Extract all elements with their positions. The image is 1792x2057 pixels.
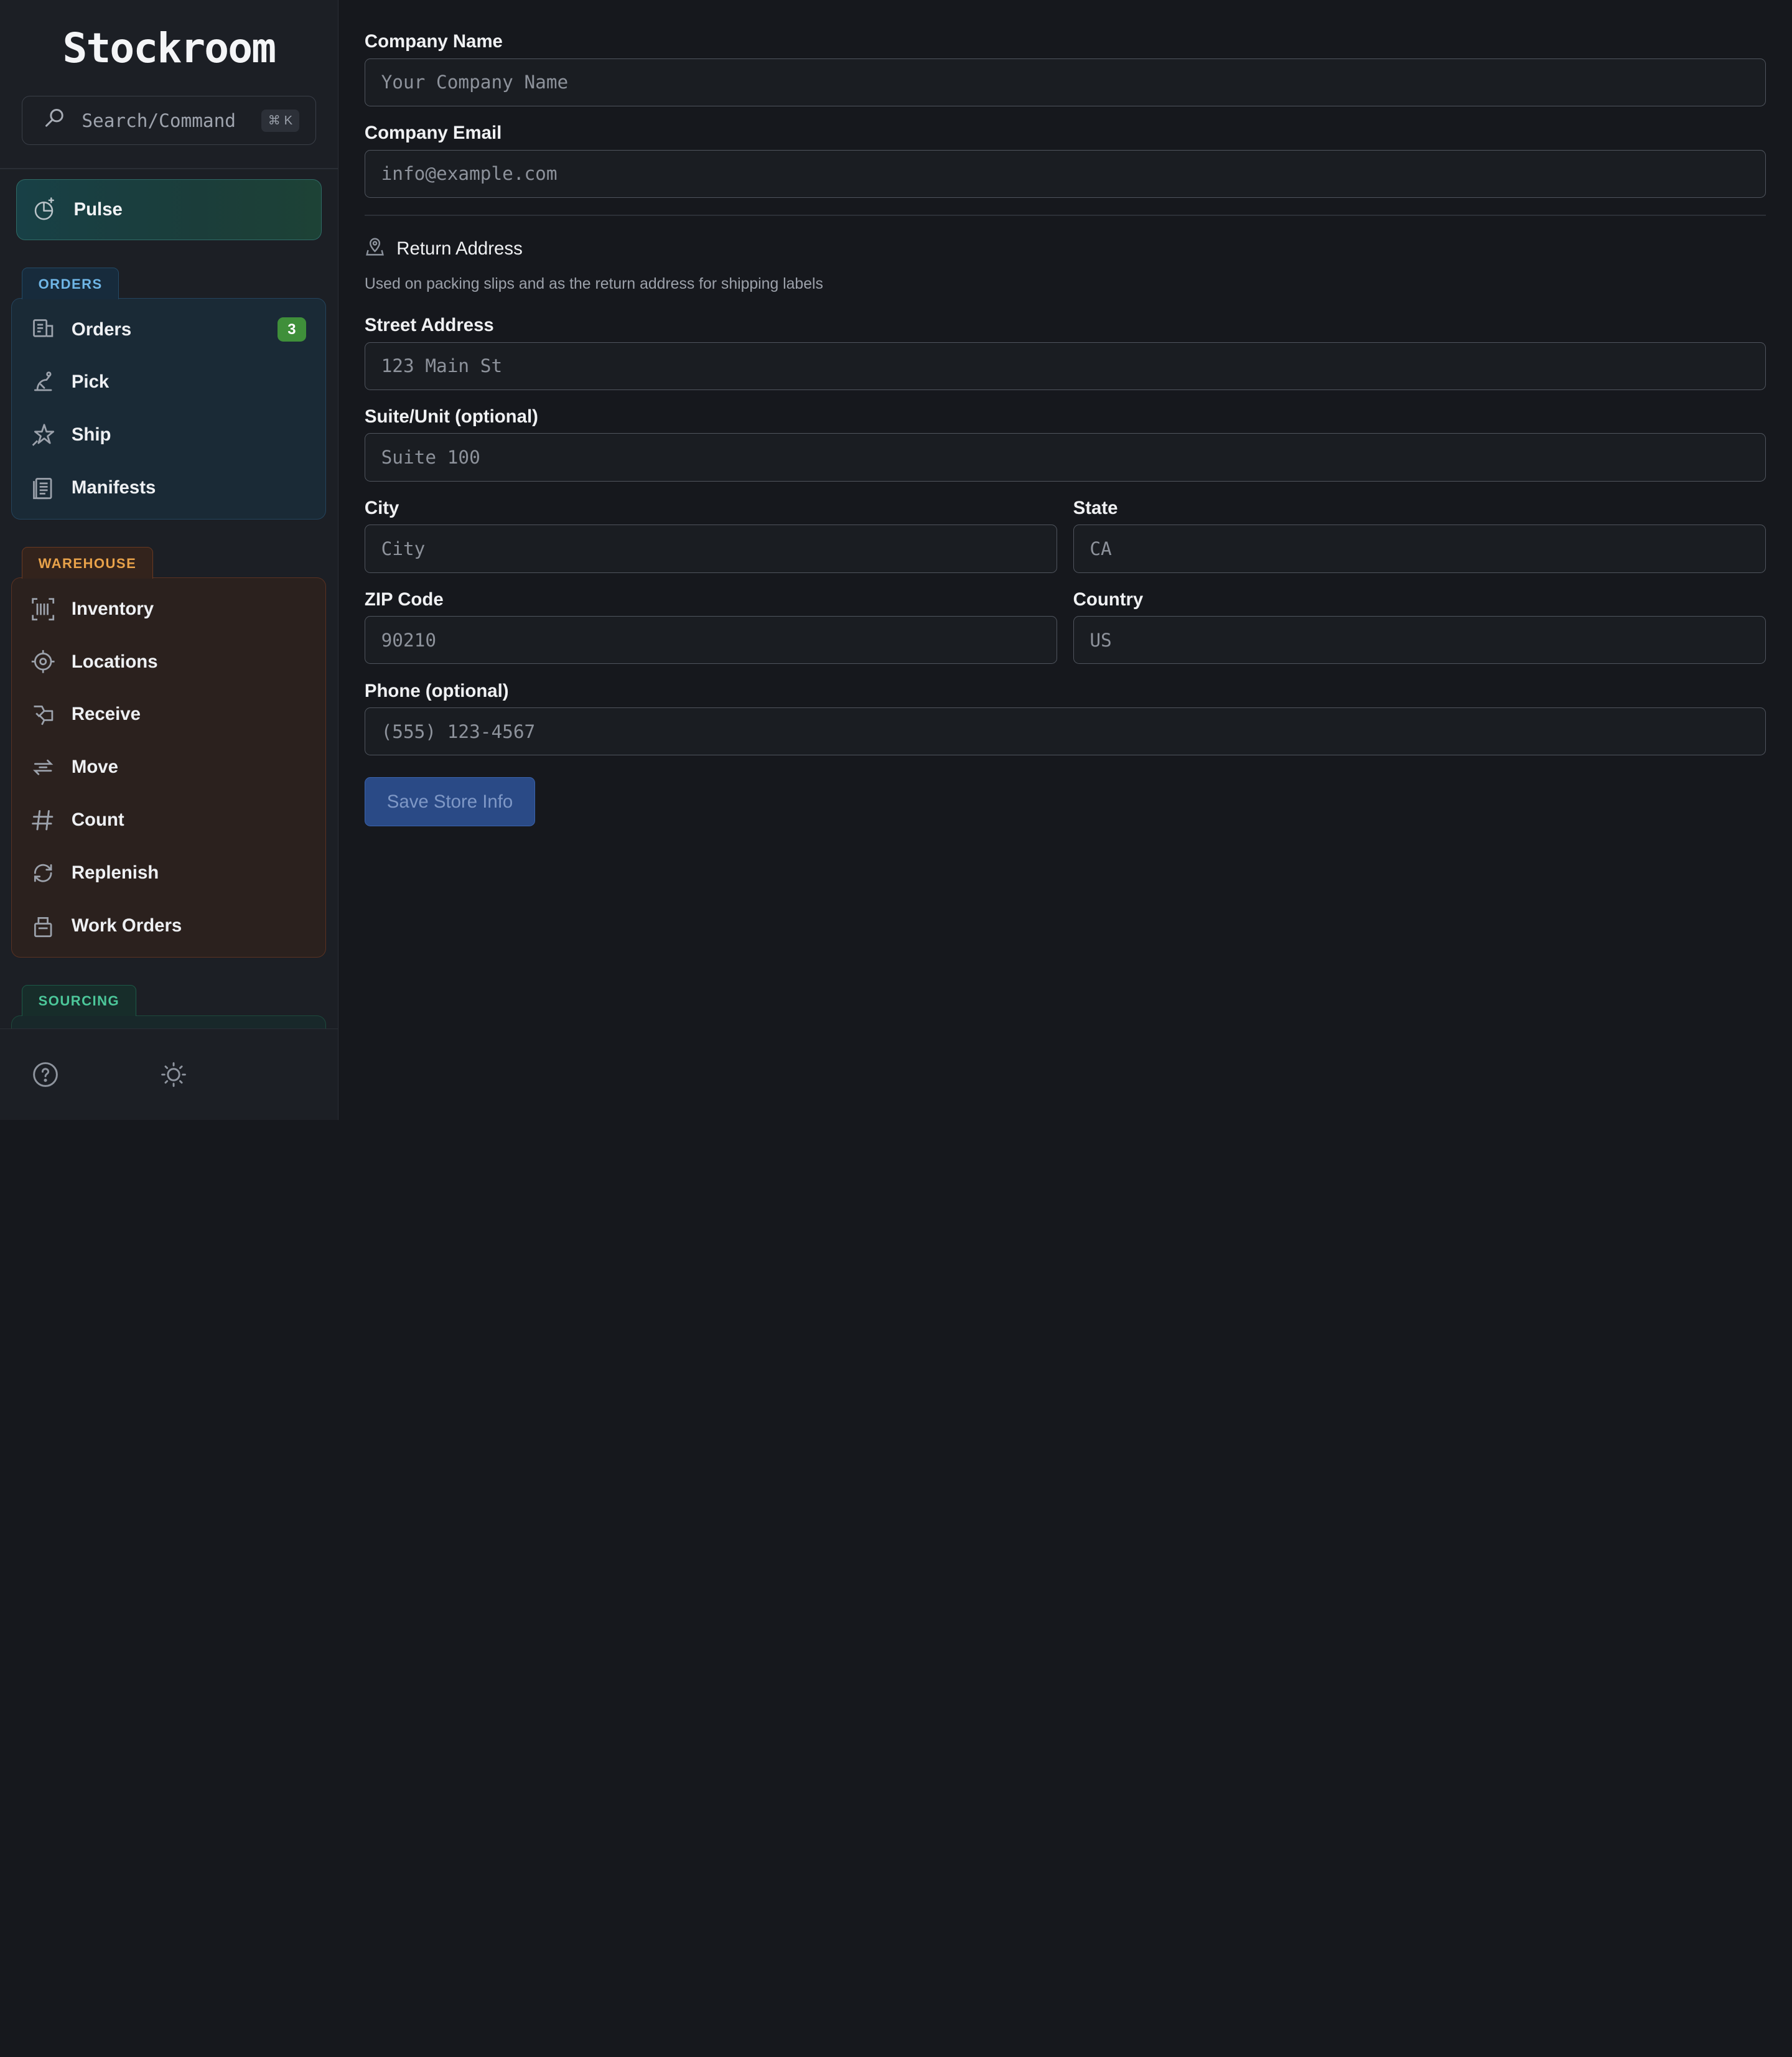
suite-field: Suite/Unit (optional) xyxy=(364,406,1766,482)
sidebar-item-label: Ship xyxy=(71,424,111,445)
sidebar-item-locations[interactable]: Locations xyxy=(12,635,325,688)
street-address-input[interactable] xyxy=(364,342,1766,390)
sidebar-item-orders[interactable]: Orders 3 xyxy=(12,303,325,356)
sidebar: Stockroom Search/Command ⌘ K Pulse ORDER… xyxy=(0,0,338,1120)
move-arrows-icon xyxy=(30,755,55,780)
orders-group: ORDERS Orders 3 Pick Ship Manifests xyxy=(11,267,327,520)
sidebar-item-label: Pick xyxy=(71,371,110,393)
sidebar-divider xyxy=(0,167,338,169)
return-address-heading: Return Address xyxy=(365,236,1766,261)
warehouse-group-list: Inventory Locations Receive Move Count R… xyxy=(11,577,327,958)
warehouse-group: WAREHOUSE Inventory Locations Receive Mo… xyxy=(11,546,327,958)
sidebar-item-label: Orders xyxy=(71,319,132,340)
country-field: Country xyxy=(1073,589,1766,665)
receive-icon xyxy=(30,702,55,727)
orders-icon xyxy=(30,317,55,342)
barcode-icon xyxy=(30,597,55,622)
company-email-input[interactable] xyxy=(364,149,1766,198)
save-store-info-button[interactable]: Save Store Info xyxy=(364,777,536,827)
search-command-button[interactable]: Search/Command ⌘ K xyxy=(21,96,316,146)
company-name-label: Company Name xyxy=(364,31,503,52)
sidebar-item-label: Pulse xyxy=(73,198,123,220)
shortcut-badge: ⌘ K xyxy=(261,109,300,132)
replenish-icon xyxy=(30,861,55,885)
sidebar-item-move[interactable]: Move xyxy=(12,741,325,794)
sidebar-footer xyxy=(0,1028,338,1120)
app-root: Stockroom Search/Command ⌘ K Pulse ORDER… xyxy=(0,0,1792,1120)
sidebar-item-count[interactable]: Count xyxy=(12,794,325,847)
sidebar-item-label: Move xyxy=(71,757,118,778)
state-label: State xyxy=(1073,498,1118,519)
zip-country-row: ZIP Code Country xyxy=(364,589,1766,681)
state-input[interactable] xyxy=(1073,525,1766,573)
search-label: Search/Command xyxy=(82,110,236,131)
sidebar-item-label: Count xyxy=(71,809,124,831)
sidebar-item-pick[interactable]: Pick xyxy=(12,356,325,409)
country-label: Country xyxy=(1073,589,1144,610)
street-address-label: Street Address xyxy=(364,315,494,336)
store-info-form: Company Name Company Email Return Addres… xyxy=(338,0,1792,1120)
phone-field: Phone (optional) xyxy=(364,680,1766,756)
city-state-row: City State xyxy=(364,498,1766,590)
sidebar-item-label: Receive xyxy=(71,704,141,725)
sidebar-item-inventory[interactable]: Inventory xyxy=(12,582,325,635)
orders-group-list: Orders 3 Pick Ship Manifests xyxy=(11,297,327,520)
pick-icon xyxy=(30,370,55,394)
section-divider xyxy=(364,215,1766,217)
search-icon xyxy=(43,106,66,134)
zip-input[interactable] xyxy=(364,616,1057,665)
company-email-field: Company Email xyxy=(364,123,1766,198)
sidebar-item-label: Inventory xyxy=(71,598,154,619)
sidebar-item-manifests[interactable]: Manifests xyxy=(12,462,325,515)
zip-field: ZIP Code xyxy=(364,589,1057,665)
street-address-field: Street Address xyxy=(364,315,1766,390)
sidebar-item-work-orders[interactable]: Work Orders xyxy=(12,899,325,952)
company-email-label: Company Email xyxy=(364,123,502,144)
sun-icon[interactable] xyxy=(159,1060,189,1089)
sidebar-item-pulse[interactable]: Pulse xyxy=(16,179,322,240)
sidebar-item-label: Locations xyxy=(71,651,158,672)
phone-label: Phone (optional) xyxy=(364,680,509,701)
ship-icon xyxy=(30,422,55,447)
zip-label: ZIP Code xyxy=(364,589,444,610)
city-field: City xyxy=(364,498,1057,573)
return-address-title: Return Address xyxy=(396,238,523,259)
phone-input[interactable] xyxy=(364,707,1766,756)
warehouse-group-tag[interactable]: WAREHOUSE xyxy=(21,546,153,579)
sourcing-group-tag[interactable]: SOURCING xyxy=(21,984,136,1017)
sidebar-item-label: Replenish xyxy=(71,862,159,883)
sidebar-item-receive[interactable]: Receive xyxy=(12,688,325,741)
orders-count-badge: 3 xyxy=(277,317,307,342)
location-pin-icon xyxy=(365,236,385,262)
suite-input[interactable] xyxy=(364,433,1766,482)
city-input[interactable] xyxy=(364,525,1057,573)
hash-icon xyxy=(30,808,55,833)
brand-logo[interactable]: Stockroom xyxy=(0,0,338,96)
help-icon[interactable] xyxy=(31,1060,61,1089)
orders-group-tag[interactable]: ORDERS xyxy=(21,267,119,299)
manifests-icon xyxy=(30,475,55,500)
suite-label: Suite/Unit (optional) xyxy=(364,406,538,427)
sidebar-item-ship[interactable]: Ship xyxy=(12,409,325,462)
state-field: State xyxy=(1073,498,1766,573)
work-orders-icon xyxy=(30,913,55,938)
country-input[interactable] xyxy=(1073,616,1766,665)
sidebar-item-label: Manifests xyxy=(71,477,156,498)
target-icon xyxy=(30,649,55,674)
company-name-field: Company Name xyxy=(364,31,1766,106)
return-address-description: Used on packing slips and as the return … xyxy=(364,275,823,292)
sidebar-item-replenish[interactable]: Replenish xyxy=(12,847,325,900)
company-name-input[interactable] xyxy=(364,58,1766,106)
pulse-icon xyxy=(32,197,57,222)
city-label: City xyxy=(364,498,399,519)
sidebar-item-label: Work Orders xyxy=(71,915,182,936)
